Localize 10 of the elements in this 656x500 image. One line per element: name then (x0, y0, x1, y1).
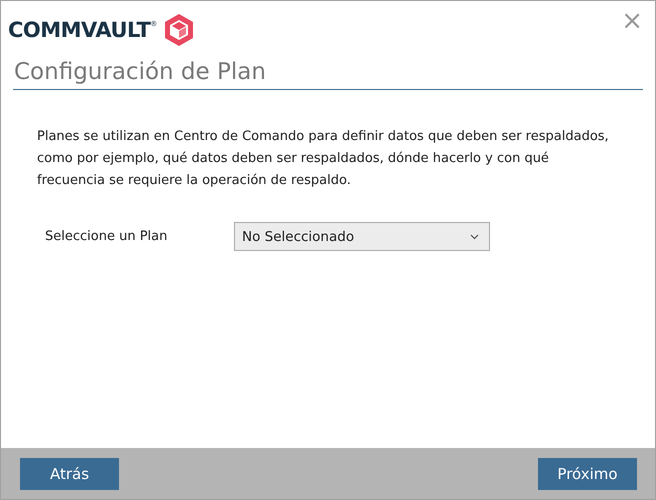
chevron-down-icon (470, 234, 479, 240)
field-label: Seleccione un Plan (45, 229, 168, 244)
page-title: Configuración de Plan (13, 59, 643, 90)
null[interactable]: Próximo (538, 458, 637, 490)
cube-logo-icon (162, 13, 195, 47)
description-text: Planes se utilizan en Centro de Comando para definir datos que deben ser respaldados, como por ejemplo, qué datos deben ser respaldados, dónde hacerlo y con qué frecuencia se requiere la operación de respaldo. (37, 128, 610, 190)
null[interactable]: Atrás (20, 458, 119, 490)
plan-dropdown[interactable]: No Seleccionado (234, 222, 490, 251)
close-button[interactable]: × (621, 11, 643, 31)
brand-name: COMMVAULT$^{®}$ (8, 18, 157, 42)
